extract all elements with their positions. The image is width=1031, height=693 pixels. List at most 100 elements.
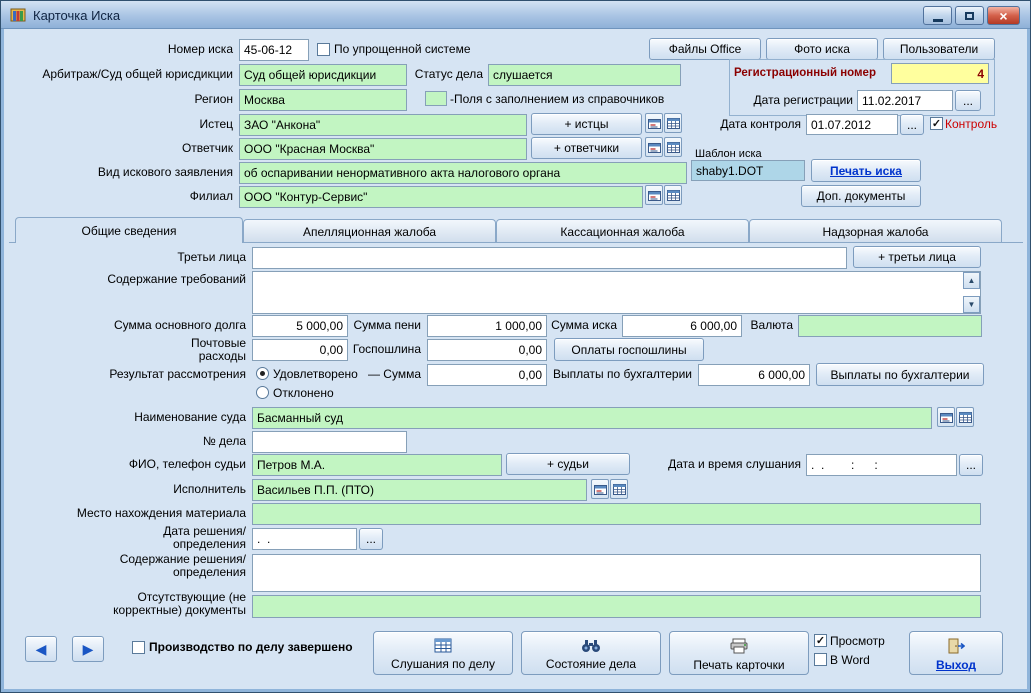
executor-lookup-button[interactable] [591,479,609,499]
result-label: Результат рассмотрения [21,368,246,381]
printer-icon [729,638,749,654]
legend-text: -Поля с заполнением из справочников [450,93,700,106]
exit-button[interactable]: Выход [909,631,1003,675]
decision-date-label: Дата решения/ определения [21,525,246,551]
case-state-button[interactable]: Состояние дела [521,631,661,675]
users-button[interactable]: Пользователи [883,38,995,60]
branch-input[interactable]: ООО "Контур-Сервис" [239,186,643,208]
defendant-input[interactable]: ООО "Красная Москва" [239,138,527,160]
prev-record-button[interactable]: ◀ [25,636,57,662]
court-name-lookup-button[interactable] [937,407,955,427]
card-icon [648,117,661,130]
preview-checkbox[interactable] [814,634,827,647]
tab-supervisory[interactable]: Надзорная жалоба [749,219,1002,243]
extra-docs-button[interactable]: Доп. документы [801,185,921,207]
currency-input[interactable] [798,315,982,337]
region-label: Регион [9,93,233,106]
claims-content-input[interactable] [252,271,981,314]
court-input[interactable]: Суд общей юрисдикции [239,64,407,86]
scroll-up-button[interactable]: ▲ [963,272,980,289]
control-label: Контроль [945,118,1005,131]
decision-date-more-button[interactable]: ... [359,528,383,550]
plaintiffs-button[interactable]: + истцы [531,113,642,135]
postage-input[interactable]: 0,00 [252,339,348,361]
rejected-radio[interactable] [256,386,269,399]
hearing-date-more-button[interactable]: ... [959,454,983,476]
duty-input[interactable]: 0,00 [427,339,547,361]
case-number-label: Номер иска [9,43,233,56]
card-icon [594,483,607,496]
files-office-button[interactable]: Файлы Office [649,38,761,60]
satisfied-radio[interactable] [256,367,269,380]
plaintiff-table-button[interactable] [664,113,682,133]
claim-sum-input[interactable]: 6 000,00 [622,315,742,337]
binoculars-icon [581,639,601,653]
main-debt-input[interactable]: 5 000,00 [252,315,348,337]
reg-date-more-button[interactable]: ... [955,90,981,111]
case-no-input[interactable] [252,431,407,453]
template-input[interactable]: shaby1.DOT [691,160,805,181]
close-button[interactable]: × [987,6,1020,25]
control-date-input[interactable]: 01.07.2012 [806,114,898,135]
tab-appeal[interactable]: Апелляционная жалоба [243,219,496,243]
claim-type-label: Вид искового заявления [9,166,233,179]
reg-number-input[interactable]: 4 [891,63,989,84]
plaintiff-lookup-button[interactable] [645,113,663,133]
plaintiff-input[interactable]: ЗАО "Анкона" [239,114,527,136]
court-name-table-button[interactable] [956,407,974,427]
executor-table-button[interactable] [610,479,628,499]
branch-table-button[interactable] [664,185,682,205]
simplified-checkbox[interactable] [317,43,330,56]
sum-input[interactable]: 0,00 [427,364,547,386]
region-input[interactable]: Москва [239,89,407,111]
satisfied-label: Удовлетворено [273,368,373,381]
claim-type-input[interactable]: об оспаривании ненормативного акта налог… [239,162,687,184]
hearings-button[interactable]: Слушания по делу [373,631,513,675]
lawsuit-card-window: Карточка Иска × Номер иска 45-06-12 По у… [0,0,1031,693]
prev-arrow-icon: ◀ [36,641,47,658]
defendants-button[interactable]: + ответчики [531,137,642,159]
tab-cassation[interactable]: Кассационная жалоба [496,219,749,243]
next-arrow-icon: ▶ [83,641,94,658]
print-claim-button[interactable]: Печать иска [811,159,921,182]
third-parties-label: Третьи лица [21,251,246,264]
minimize-button[interactable] [923,6,952,25]
missing-docs-input[interactable] [252,595,981,618]
case-number-input[interactable]: 45-06-12 [239,39,309,61]
judge-input[interactable]: Петров М.А. [252,454,502,476]
control-date-more-button[interactable]: ... [900,114,924,135]
print-card-button[interactable]: Печать карточки [669,631,809,675]
photo-button[interactable]: Фото иска [766,38,878,60]
maximize-icon [965,12,974,20]
tab-general[interactable]: Общие сведения [15,217,243,243]
duty-payments-button[interactable]: Оплаты госпошлины [554,338,704,361]
judges-button[interactable]: + судьи [506,453,630,475]
defendant-table-button[interactable] [664,137,682,157]
table-icon [667,117,680,130]
acc-payments-input[interactable]: 6 000,00 [698,364,810,386]
scroll-down-button[interactable]: ▼ [963,296,980,313]
missing-docs-label: Отсутствующие (не корректные) документы [21,591,246,617]
word-checkbox[interactable] [814,653,827,666]
decision-content-input[interactable] [252,554,981,592]
next-record-button[interactable]: ▶ [72,636,104,662]
defendant-label: Ответчик [9,142,233,155]
plaintiff-label: Истец [9,118,233,131]
maximize-button[interactable] [955,6,984,25]
finished-checkbox[interactable] [132,641,145,654]
penalty-input[interactable]: 1 000,00 [427,315,547,337]
hearing-date-input[interactable]: . . : : [806,454,957,476]
status-input[interactable]: слушается [488,64,681,86]
branch-lookup-button[interactable] [645,185,663,205]
court-name-input[interactable]: Басманный суд [252,407,932,429]
reg-date-input[interactable]: 11.02.2017 [857,90,953,111]
defendant-lookup-button[interactable] [645,137,663,157]
third-parties-button[interactable]: + третьи лица [853,246,981,268]
third-parties-input[interactable] [252,247,847,269]
print-card-button-label: Печать карточки [693,658,784,672]
acc-payments-button[interactable]: Выплаты по бухгалтерии [816,363,984,386]
control-checkbox[interactable] [930,117,943,130]
material-location-input[interactable] [252,503,981,525]
decision-date-input[interactable]: . . [252,528,357,550]
executor-input[interactable]: Васильев П.П. (ПТО) [252,479,587,501]
